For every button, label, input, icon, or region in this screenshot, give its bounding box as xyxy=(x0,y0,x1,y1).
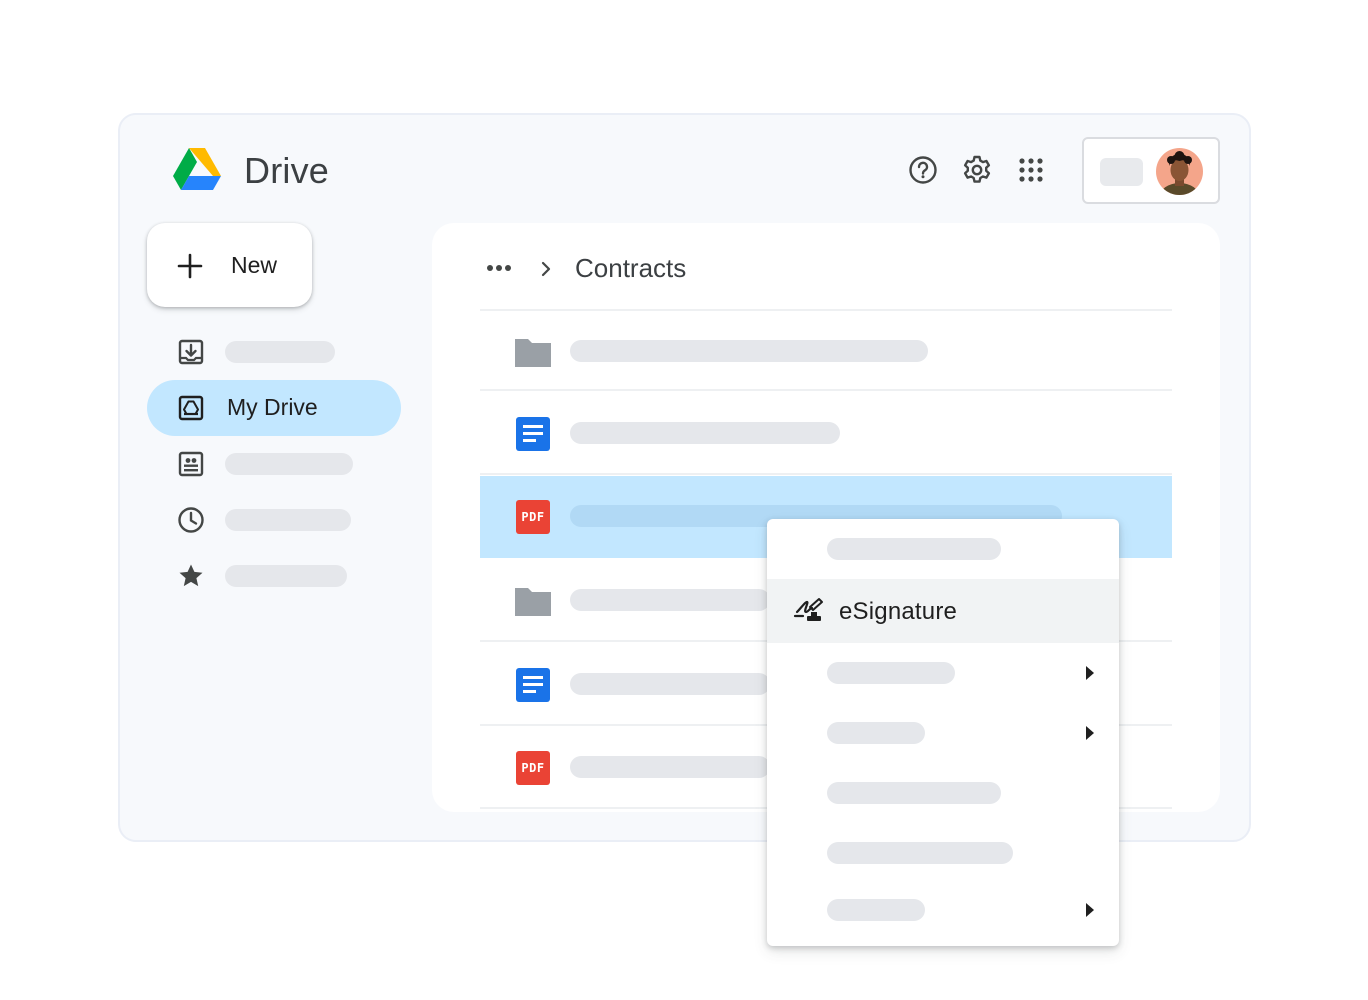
google-doc-icon xyxy=(516,668,550,702)
new-button-label: New xyxy=(231,252,278,278)
pdf-icon: PDF xyxy=(514,498,552,536)
plus-icon xyxy=(177,253,203,279)
menu-item-label: eSignature xyxy=(839,598,958,625)
file-name-placeholder xyxy=(570,673,770,695)
pdf-icon: PDF xyxy=(514,749,552,787)
menu-item-placeholder xyxy=(827,899,925,921)
file-name-placeholder xyxy=(570,589,770,611)
submenu-arrow-icon xyxy=(1086,666,1094,680)
apps-grid-icon[interactable] xyxy=(1015,154,1047,186)
folder-icon xyxy=(515,339,551,367)
app-title: Drive xyxy=(244,150,330,191)
sidebar-item-recent[interactable] xyxy=(147,492,401,548)
sidebar-item-placeholder xyxy=(225,565,347,587)
sidebar-item-starred[interactable] xyxy=(147,548,401,604)
sidebar-item-placeholder xyxy=(225,341,335,363)
breadcrumb-current[interactable]: Contracts xyxy=(575,253,686,284)
drive-logo-icon xyxy=(173,148,221,190)
help-icon[interactable] xyxy=(907,154,939,186)
folder-icon xyxy=(515,588,551,616)
sidebar-item-placeholder xyxy=(225,509,351,531)
file-name-placeholder xyxy=(570,340,928,362)
sidebar-item-shared[interactable] xyxy=(147,436,401,492)
menu-item-placeholder xyxy=(827,782,1001,804)
menu-item[interactable] xyxy=(767,763,1119,823)
sidebar-item-label: My Drive xyxy=(227,394,318,420)
submenu-arrow-icon xyxy=(1086,903,1094,917)
star-icon xyxy=(179,564,203,587)
new-button[interactable]: New xyxy=(147,223,312,307)
pdf-badge-label: PDF xyxy=(521,761,545,775)
menu-item-submenu[interactable] xyxy=(767,643,1119,703)
more-horizontal-icon[interactable] xyxy=(486,260,512,276)
sidebar-item-priority[interactable] xyxy=(147,324,401,380)
sidebar-item-my-drive[interactable]: My Drive xyxy=(147,380,401,436)
account-switcher[interactable] xyxy=(1082,137,1220,204)
google-doc-icon xyxy=(516,417,550,451)
context-menu: eSignature xyxy=(767,519,1119,946)
account-placeholder xyxy=(1100,158,1143,186)
inbox-download-icon xyxy=(178,339,204,365)
chevron-right-icon xyxy=(541,261,551,277)
clock-icon xyxy=(178,507,204,533)
menu-item-placeholder xyxy=(827,662,955,684)
menu-item[interactable] xyxy=(767,519,1119,579)
menu-item-placeholder xyxy=(827,538,1001,560)
file-row[interactable] xyxy=(480,393,1172,475)
sidebar-item-placeholder xyxy=(225,453,353,475)
submenu-arrow-icon xyxy=(1086,726,1094,740)
file-row[interactable] xyxy=(480,309,1172,391)
file-name-placeholder xyxy=(570,756,770,778)
menu-item[interactable] xyxy=(767,823,1119,883)
menu-item-submenu[interactable] xyxy=(767,880,1119,940)
menu-item-placeholder xyxy=(827,722,925,744)
shared-drives-icon xyxy=(178,451,204,477)
menu-item-placeholder xyxy=(827,842,1013,864)
file-name-placeholder xyxy=(570,422,840,444)
avatar[interactable] xyxy=(1156,148,1203,195)
settings-gear-icon[interactable] xyxy=(961,154,993,186)
menu-item-submenu[interactable] xyxy=(767,703,1119,763)
my-drive-icon xyxy=(178,395,204,421)
menu-item-esignature[interactable]: eSignature xyxy=(767,579,1119,643)
signature-icon xyxy=(793,598,823,621)
pdf-badge-label: PDF xyxy=(521,510,545,524)
